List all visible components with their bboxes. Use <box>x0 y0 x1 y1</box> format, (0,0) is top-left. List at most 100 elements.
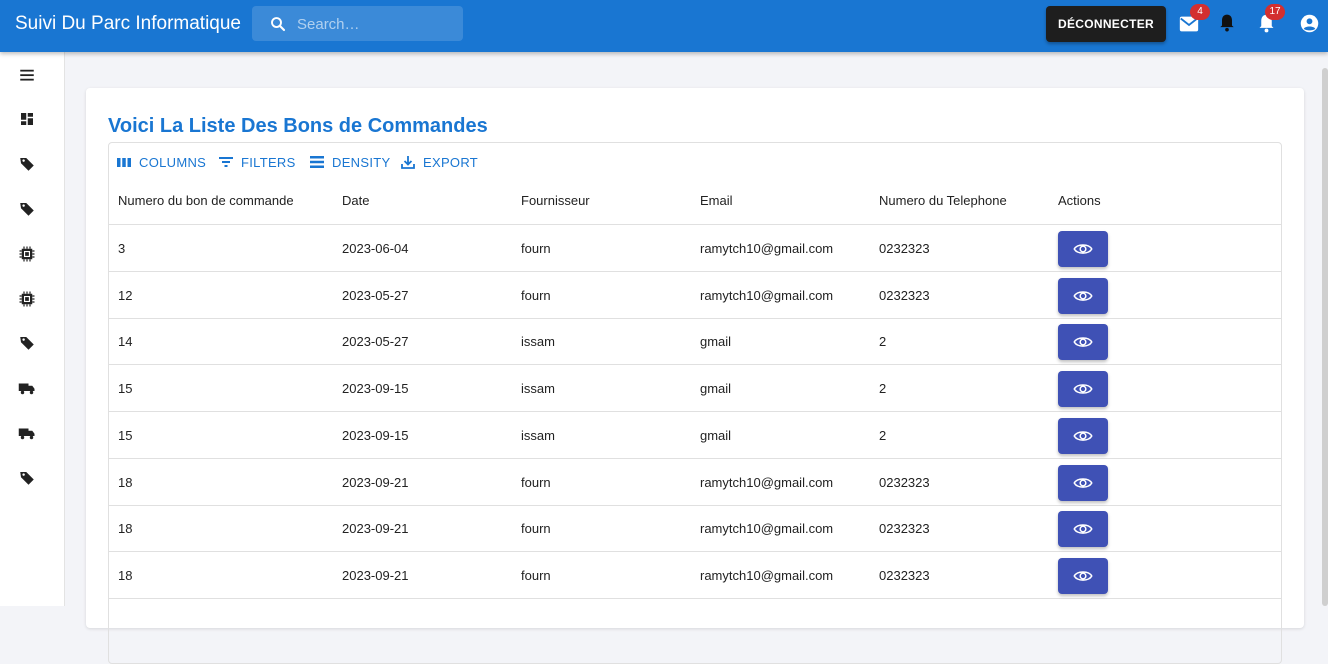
page-scrollbar[interactable] <box>1322 68 1328 606</box>
table-cell: issam <box>521 427 555 443</box>
tag-icon[interactable] <box>18 200 36 218</box>
table-cell: 2023-09-15 <box>342 381 409 397</box>
eye-icon <box>1073 384 1093 394</box>
dashboard-icon[interactable] <box>18 110 36 128</box>
table-header: Numero du bon de commande Date Fournisse… <box>109 177 1281 225</box>
table-cell: 15 <box>118 381 133 397</box>
eye-icon <box>1073 571 1093 581</box>
mail-button[interactable]: 4 <box>1178 4 1210 35</box>
logout-button[interactable]: DÉCONNECTER <box>1046 6 1166 42</box>
search-input[interactable] <box>295 6 459 43</box>
view-button[interactable] <box>1058 557 1108 594</box>
eye-icon <box>1073 477 1093 488</box>
account-circle-icon <box>1300 14 1319 33</box>
table-cell: fourn <box>521 521 551 537</box>
table-row[interactable]: 15 2023-09-15 issam gmail 2 <box>109 365 1281 413</box>
table-row[interactable]: 18 2023-09-21 fourn ramytch10@gmail.com 0232… <box>109 552 1281 599</box>
column-header[interactable]: Email <box>700 193 733 208</box>
table-cell: 14 <box>118 334 133 350</box>
table-cell: 2 <box>879 427 887 443</box>
column-header[interactable]: Fournisseur <box>521 193 590 208</box>
view-button[interactable] <box>1058 371 1108 408</box>
table-cell: 0232323 <box>879 567 930 583</box>
notification-count-badge: 17 <box>1265 4 1285 20</box>
filters-label: FILTERS <box>241 154 296 170</box>
column-header[interactable]: Numero du bon de commande <box>118 193 294 208</box>
table-row[interactable]: 14 2023-05-27 issam gmail 2 <box>109 318 1281 366</box>
app-title: Suivi Du Parc Informatique <box>15 13 241 34</box>
table-row[interactable]: 12 2023-05-27 fourn ramytch10@gmail.com 0232… <box>109 272 1281 319</box>
density-icon <box>310 156 324 168</box>
view-button[interactable] <box>1058 277 1108 314</box>
filter-icon <box>219 157 233 167</box>
truck-icon[interactable] <box>18 379 36 397</box>
eye-icon <box>1073 524 1093 534</box>
table-cell: fourn <box>521 241 551 256</box>
export-label: EXPORT <box>423 154 479 170</box>
download-icon <box>401 156 415 169</box>
columns-label: COLUMNS <box>139 154 207 170</box>
filters-button[interactable]: FILTERS <box>218 154 296 170</box>
tag-icon[interactable] <box>18 155 36 173</box>
search-icon <box>271 17 286 32</box>
table-cell: issam <box>521 381 555 397</box>
table-cell: 2023-09-15 <box>342 427 409 443</box>
view-button[interactable] <box>1058 231 1108 267</box>
orders-card: Voici La Liste Des Bons de Commandes COL… <box>86 88 1304 664</box>
table-row[interactable]: 18 2023-09-21 fourn ramytch10@gmail.com 0232… <box>109 505 1281 553</box>
bell-button[interactable] <box>1217 13 1239 35</box>
table-row[interactable]: 3 2023-06-04 fourn ramytch10@gmail.com 02323… <box>109 225 1281 272</box>
table-cell: 2023-05-27 <box>342 334 409 350</box>
table-cell: 18 <box>118 474 133 490</box>
search-box[interactable] <box>252 6 463 43</box>
table-cell: 2 <box>879 381 887 397</box>
density-button[interactable]: DENSITY <box>309 154 390 170</box>
view-button[interactable] <box>1058 417 1108 454</box>
table-cell: 2 <box>879 334 887 350</box>
view-button[interactable] <box>1058 324 1108 361</box>
table-cell: ramytch10@gmail.com <box>700 474 834 490</box>
table-cell: 2023-06-04 <box>342 241 409 256</box>
table-cell: 18 <box>118 521 133 537</box>
table-cell: ramytch10@gmail.com <box>700 287 834 303</box>
view-button[interactable] <box>1058 511 1108 548</box>
tag-icon[interactable] <box>18 469 36 487</box>
table-cell: gmail <box>700 381 732 397</box>
truck-icon[interactable] <box>18 424 36 442</box>
eye-icon <box>1073 244 1093 254</box>
table-cell: fourn <box>521 567 551 583</box>
column-header[interactable]: Numero du Telephone <box>879 193 1007 208</box>
tag-icon[interactable] <box>18 334 36 352</box>
view-button[interactable] <box>1058 464 1108 501</box>
table-cell: 2023-09-21 <box>342 474 409 490</box>
notifications-button[interactable]: 17 <box>1256 4 1285 35</box>
table-cell: 0232323 <box>879 287 930 303</box>
columns-icon <box>117 158 131 167</box>
chip-icon[interactable] <box>18 245 36 263</box>
table-cell: 12 <box>118 287 133 303</box>
columns-button[interactable]: COLUMNS <box>116 154 206 170</box>
sidebar <box>0 52 65 606</box>
table-cell: ramytch10@gmail.com <box>700 521 834 537</box>
column-header[interactable]: Date <box>342 193 369 208</box>
table-cell: 0232323 <box>879 474 930 490</box>
table-cell: 18 <box>118 567 133 583</box>
table-cell: ramytch10@gmail.com <box>700 567 834 583</box>
table-cell: issam <box>521 334 555 350</box>
eye-icon <box>1073 290 1093 301</box>
table-cell: fourn <box>521 474 551 490</box>
table-cell: 0232323 <box>879 521 930 537</box>
table-cell: gmail <box>700 427 732 443</box>
export-button[interactable]: EXPORT <box>400 154 478 170</box>
page-title: Voici La Liste Des Bons de Commandes <box>108 115 488 137</box>
table-cell: 0232323 <box>879 241 930 256</box>
table-cell: 2023-09-21 <box>342 521 409 537</box>
chip-icon[interactable] <box>18 290 36 308</box>
table-cell: fourn <box>521 287 551 303</box>
menu-icon[interactable] <box>18 66 36 84</box>
table-row[interactable]: 18 2023-09-21 fourn ramytch10@gmail.com 0232… <box>109 459 1281 506</box>
account-button[interactable] <box>1299 13 1321 35</box>
table-row[interactable]: 15 2023-09-15 issam gmail 2 <box>109 412 1281 459</box>
table-cell: 2023-05-27 <box>342 287 409 303</box>
column-header[interactable]: Actions <box>1058 193 1101 208</box>
